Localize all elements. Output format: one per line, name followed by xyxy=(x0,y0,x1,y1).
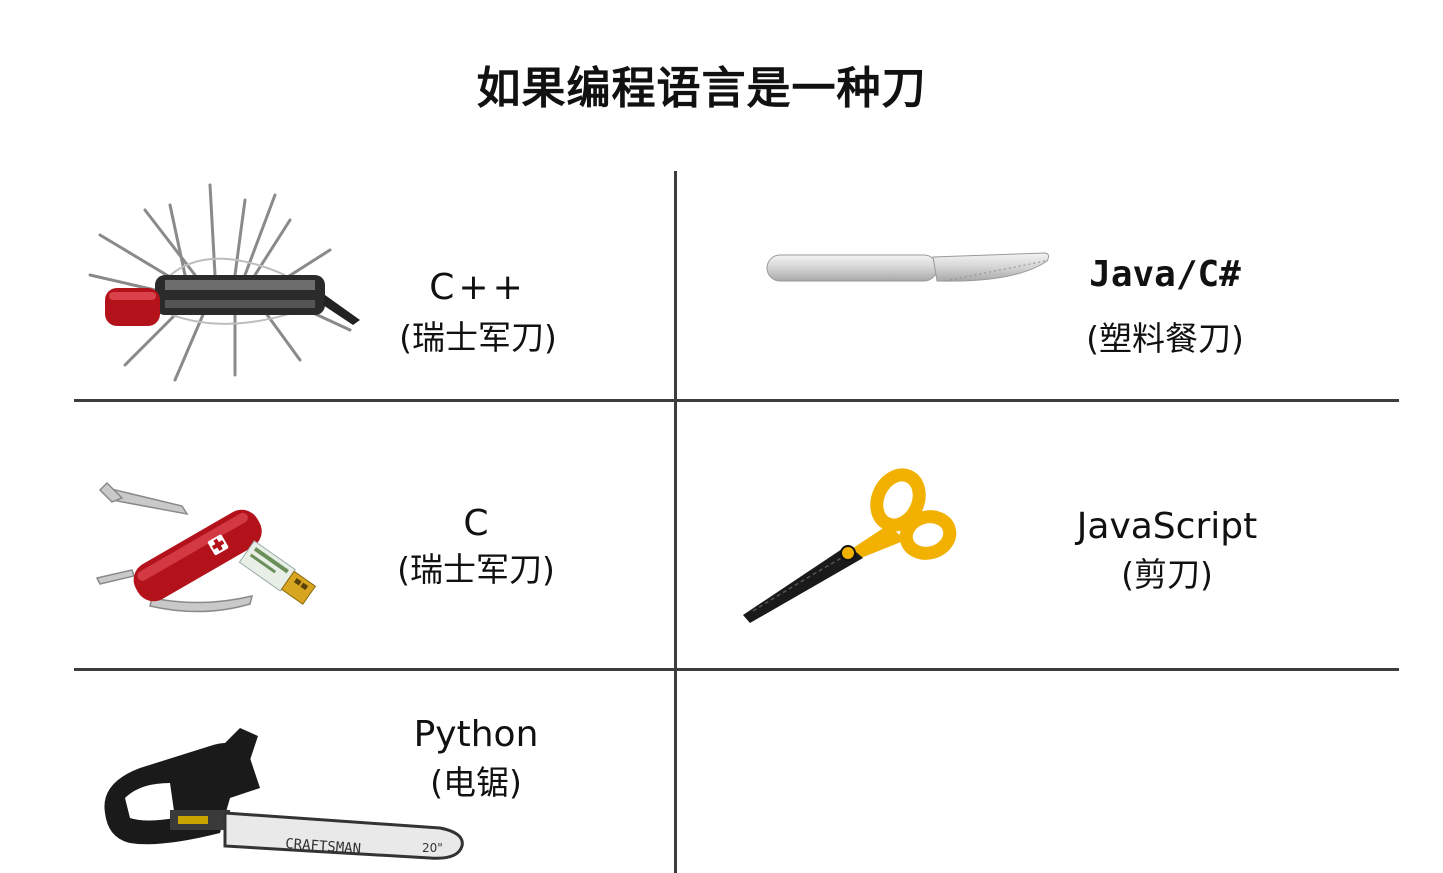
language-description: (瑞士军刀) xyxy=(397,550,555,589)
language-name: Java/C# xyxy=(1089,254,1241,295)
language-name: C++ xyxy=(429,267,527,308)
language-name: Python xyxy=(413,714,539,755)
grid-horizontal-divider-1 xyxy=(74,399,1399,402)
language-name: JavaScript xyxy=(1076,506,1258,547)
language-description: (电锯) xyxy=(430,763,522,802)
page-title: 如果编程语言是一种刀 xyxy=(476,63,927,114)
plastic-knife-icon xyxy=(766,252,1050,282)
cell-empty xyxy=(677,671,1399,873)
swiss-army-knife-usb-icon xyxy=(95,481,317,613)
language-description: (塑料餐刀) xyxy=(1086,319,1244,358)
language-name: C xyxy=(463,503,489,544)
language-description: (剪刀) xyxy=(1121,555,1213,594)
scissors-icon xyxy=(743,468,957,623)
swiss-army-knife-giant-icon xyxy=(88,183,360,382)
language-description: (瑞士军刀) xyxy=(399,318,557,357)
chainsaw-bar-size-text: 20" xyxy=(422,841,443,855)
